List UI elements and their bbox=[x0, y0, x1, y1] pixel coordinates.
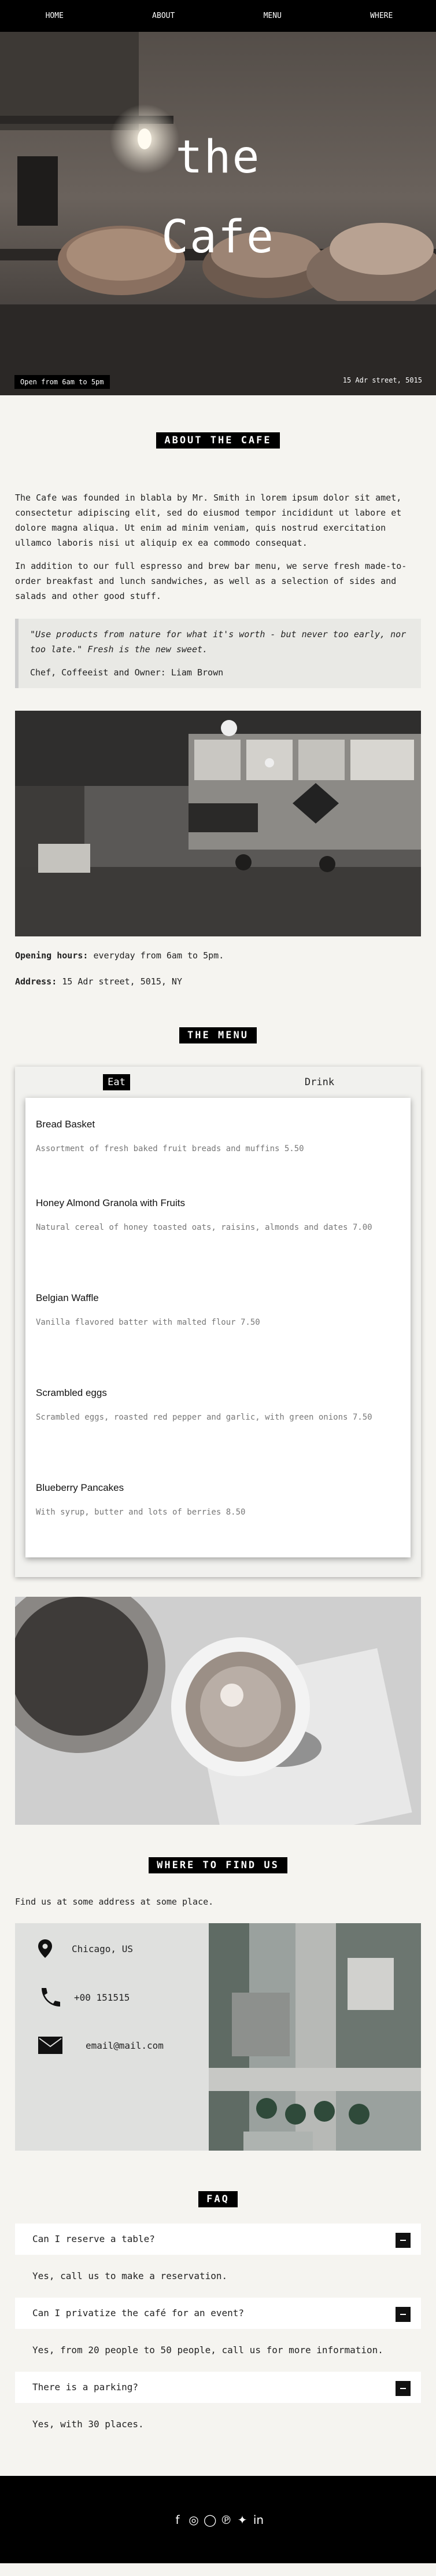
opening-hours-badge: Open from 6am to 5pm bbox=[14, 375, 110, 389]
city-aerial-image bbox=[209, 1923, 421, 2151]
hero-title-line-2: Cafe bbox=[161, 211, 275, 263]
contact-location: Chicago, US bbox=[38, 1939, 133, 1958]
menu-list: Bread Basket Assortment of fresh baked f… bbox=[25, 1098, 411, 1557]
location-text: Chicago, US bbox=[72, 1943, 133, 1954]
facebook-icon[interactable]: f bbox=[171, 2513, 184, 2527]
menu-item-description: Assortment of fresh baked fruit breads a… bbox=[36, 1144, 304, 1153]
menu-item-name: Bread Basket bbox=[36, 1119, 95, 1130]
quote-text: "Use products from nature for what it's … bbox=[30, 629, 407, 655]
menu-item: Scrambled eggs Scrambled eggs, roasted r… bbox=[36, 1387, 400, 1461]
about-paragraph-1: The Cafe was founded in blabla by Mr. Sm… bbox=[15, 493, 402, 548]
contact-phone: +00 151515 bbox=[38, 1987, 130, 2008]
menu-item-name: Blueberry Pancakes bbox=[36, 1482, 124, 1493]
contact-panel: Chicago, US +00 151515 email@mail.com bbox=[15, 1923, 209, 2151]
menu-item-name: Scrambled eggs bbox=[36, 1387, 107, 1398]
instagram-icon[interactable]: ◎ bbox=[187, 2513, 200, 2527]
phone-icon bbox=[42, 1988, 60, 2007]
menu-title: THE MENU bbox=[179, 1027, 257, 1043]
where-title: WHERE TO FIND US bbox=[149, 1857, 287, 1873]
tab-eat-label: Eat bbox=[103, 1074, 130, 1090]
faq-answer: Yes, call us to make a reservation. bbox=[32, 2270, 228, 2281]
menu-item-description: Vanilla flavored batter with malted flou… bbox=[36, 1318, 260, 1327]
menu-item: Belgian Waffle Vanilla flavored batter w… bbox=[36, 1292, 400, 1366]
pinterest-icon[interactable]: ℗ bbox=[220, 2513, 232, 2527]
cafe-interior-image bbox=[15, 711, 421, 936]
faq-item: Can I privatize the café for an event? Y… bbox=[15, 2298, 421, 2372]
faq-answer: Yes, from 20 people to 50 people, call u… bbox=[32, 2345, 383, 2355]
tab-drink[interactable]: Drink bbox=[218, 1076, 421, 1088]
contact-email: email@mail.com bbox=[38, 2037, 164, 2054]
nav-about-link[interactable]: ABOUT bbox=[109, 0, 219, 32]
twitter-icon[interactable]: ✦ bbox=[236, 2513, 249, 2527]
nav-home-link[interactable]: HOME bbox=[0, 0, 109, 32]
faq-question-text: Can I reserve a table? bbox=[32, 2233, 155, 2244]
faq-question[interactable]: There is a parking? bbox=[15, 2372, 421, 2403]
collapse-icon[interactable] bbox=[396, 2233, 411, 2248]
collapse-icon[interactable] bbox=[396, 2307, 411, 2322]
faq-question[interactable]: Can I privatize the café for an event? bbox=[15, 2298, 421, 2329]
tab-drink-label: Drink bbox=[304, 1076, 335, 1088]
menu-tabs: Eat Drink bbox=[15, 1067, 421, 1098]
chef-quote: "Use products from nature for what it's … bbox=[15, 619, 421, 688]
address-label: Address: bbox=[15, 976, 57, 987]
snapchat-icon[interactable]: ◯ bbox=[204, 2513, 216, 2527]
quote-signature: Chef, Coffeeist and Owner: Liam Brown bbox=[30, 667, 224, 678]
find-us-panel: Chicago, US +00 151515 email@mail.com bbox=[15, 1923, 421, 2151]
tab-eat[interactable]: Eat bbox=[15, 1074, 218, 1090]
coffee-cup-image bbox=[15, 1597, 421, 1825]
faq-question[interactable]: Can I reserve a table? bbox=[15, 2224, 421, 2255]
about-title: ABOUT THE CAFE bbox=[156, 432, 280, 449]
hero-title-line-1: the bbox=[175, 131, 261, 183]
menu-item: Honey Almond Granola with Fruits Natural… bbox=[36, 1197, 400, 1272]
menu-card: Eat Drink Bread Basket Assortment of fre… bbox=[15, 1067, 421, 1577]
linkedin-icon[interactable]: in bbox=[252, 2513, 265, 2527]
faq-question-text: There is a parking? bbox=[32, 2382, 139, 2393]
menu-item-description: Natural cereal of honey toasted oats, ra… bbox=[36, 1223, 372, 1232]
address-line: Address: 15 Adr street, 5015, NY bbox=[0, 974, 436, 989]
faq-answer: Yes, with 30 places. bbox=[32, 2419, 144, 2430]
find-intro: Find us at some address at some place. bbox=[15, 1897, 214, 1907]
faq-question-text: Can I privatize the café for an event? bbox=[32, 2307, 245, 2318]
menu-item: Bread Basket Assortment of fresh baked f… bbox=[36, 1119, 400, 1177]
envelope-icon bbox=[38, 2037, 62, 2054]
about-section: ABOUT THE CAFE The Cafe was founded in b… bbox=[0, 395, 436, 936]
faq-title: FAQ bbox=[198, 2191, 238, 2207]
about-paragraph-2: In addition to our full espresso and bre… bbox=[15, 561, 407, 601]
collapse-icon[interactable] bbox=[396, 2381, 411, 2396]
menu-item-name: Honey Almond Granola with Fruits bbox=[36, 1197, 185, 1208]
nav-where-link[interactable]: WHERE bbox=[327, 0, 436, 32]
opening-hours-value: everyday from 6am to 5pm. bbox=[88, 950, 224, 961]
menu-item-description: With syrup, butter and lots of berries 8… bbox=[36, 1508, 246, 1517]
nav-menu-link[interactable]: MENU bbox=[218, 0, 327, 32]
faq-item: There is a parking? Yes, with 30 places. bbox=[15, 2372, 421, 2446]
opening-info: Opening hours: everyday from 6am to 5pm.… bbox=[0, 948, 436, 989]
menu-section: THE MENU Eat Drink Bread Basket Assortme… bbox=[0, 1027, 436, 1825]
menu-item-name: Belgian Waffle bbox=[36, 1292, 99, 1303]
faq-section: FAQ Can I reserve a table? Yes, call us … bbox=[0, 2191, 436, 2446]
menu-item: Blueberry Pancakes With syrup, butter an… bbox=[36, 1482, 400, 1556]
hero-address: 15 Adr street, 5015 bbox=[342, 376, 422, 384]
email-text: email@mail.com bbox=[86, 2040, 164, 2051]
where-section: WHERE TO FIND US Find us at some address… bbox=[0, 1857, 436, 2151]
hero-banner: the Cafe Open from 6am to 5pm 15 Adr str… bbox=[0, 0, 436, 395]
phone-text: +00 151515 bbox=[74, 1991, 130, 2003]
opening-hours-label: Opening hours: bbox=[15, 950, 88, 961]
map-pin-icon bbox=[38, 1939, 52, 1958]
menu-item-description: Scrambled eggs, roasted red pepper and g… bbox=[36, 1413, 372, 1422]
top-navigation: HOME ABOUT MENU WHERE bbox=[0, 0, 436, 32]
footer: f ◎ ◯ ℗ ✦ in bbox=[0, 2476, 436, 2563]
address-value: 15 Adr street, 5015, NY bbox=[57, 976, 182, 987]
faq-item: Can I reserve a table? Yes, call us to m… bbox=[15, 2224, 421, 2298]
opening-hours-line: Opening hours: everyday from 6am to 5pm. bbox=[0, 948, 436, 963]
hero-bakery-image bbox=[0, 0, 436, 395]
